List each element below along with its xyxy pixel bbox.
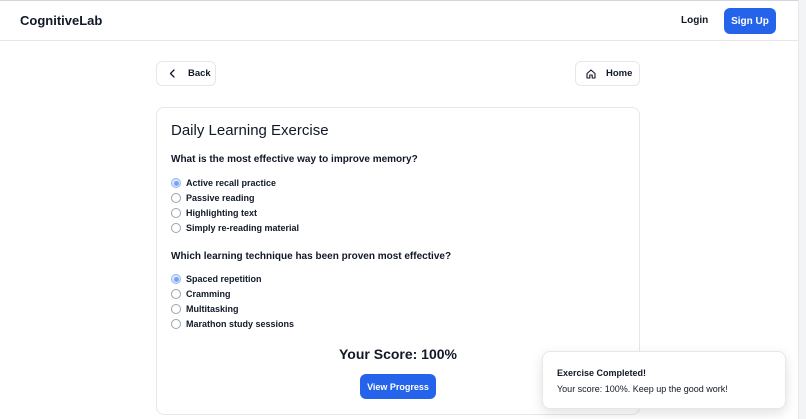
radio-button[interactable] [171, 208, 181, 218]
q2-option-cramming[interactable]: Cramming [171, 288, 231, 300]
option-label: Marathon study sessions [186, 319, 295, 329]
q1-option-highlighting[interactable]: Highlighting text [171, 207, 257, 219]
vertical-scrollbar[interactable] [798, 0, 806, 419]
option-label: Cramming [186, 289, 231, 299]
radio-button[interactable] [171, 223, 181, 233]
home-button[interactable]: Home [575, 61, 640, 86]
radio-button[interactable] [171, 193, 181, 203]
q1-option-passive-reading[interactable]: Passive reading [171, 192, 255, 204]
q2-option-multitasking[interactable]: Multitasking [171, 303, 239, 315]
radio-button-selected[interactable] [171, 274, 181, 284]
option-label: Multitasking [186, 304, 239, 314]
radio-button[interactable] [171, 304, 181, 314]
radio-button-selected[interactable] [171, 178, 181, 188]
top-navbar: CognitiveLab Login Sign Up [0, 1, 798, 41]
option-label: Highlighting text [186, 208, 257, 218]
option-label: Spaced repetition [186, 274, 262, 284]
back-button-label: Back [188, 68, 211, 79]
chevron-left-icon [169, 69, 175, 78]
exercise-title: Daily Learning Exercise [171, 122, 329, 139]
view-progress-button[interactable]: View Progress [360, 374, 436, 399]
brand-logo[interactable]: CognitiveLab [20, 13, 102, 28]
q1-option-active-recall[interactable]: Active recall practice [171, 177, 276, 189]
login-link[interactable]: Login [681, 15, 708, 26]
toast-message: Your score: 100%. Keep up the good work! [557, 384, 728, 394]
home-icon [586, 68, 596, 79]
radio-button[interactable] [171, 289, 181, 299]
q2-option-marathon[interactable]: Marathon study sessions [171, 318, 294, 330]
question-1-text: What is the most effective way to improv… [171, 154, 418, 165]
signup-button[interactable]: Sign Up [724, 8, 776, 34]
back-button[interactable]: Back [156, 61, 216, 86]
question-2-text: Which learning technique has been proven… [171, 251, 452, 262]
option-label: Passive reading [186, 193, 255, 203]
q2-option-spaced-repetition[interactable]: Spaced repetition [171, 273, 262, 285]
option-label: Active recall practice [186, 178, 277, 188]
option-label: Simply re-reading material [186, 223, 300, 233]
completion-toast: Exercise Completed! Your score: 100%. Ke… [542, 351, 786, 409]
home-button-label: Home [606, 68, 633, 79]
toast-title: Exercise Completed! [557, 368, 647, 378]
q1-option-rereading[interactable]: Simply re-reading material [171, 222, 299, 234]
radio-button[interactable] [171, 319, 181, 329]
